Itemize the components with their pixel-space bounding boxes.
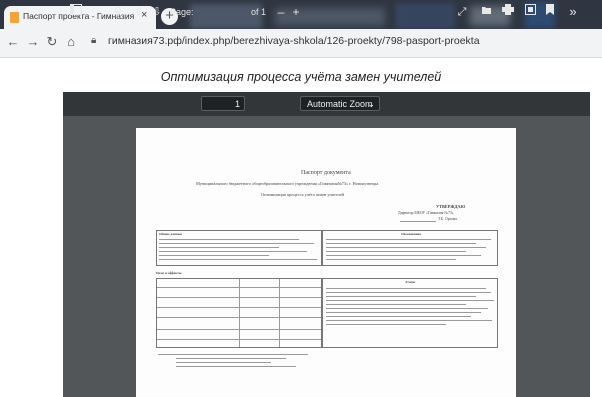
effects-table [156,278,322,348]
text-line [326,288,486,289]
chevron-down-icon: ⌄ [367,99,375,109]
text-line [326,296,476,297]
zoom-select[interactable]: Automatic Zoom ⌄ [300,96,380,111]
zoom-out-button[interactable]: – [275,4,287,20]
table-rule [279,279,280,347]
text-line [159,259,317,260]
text-line [326,292,491,293]
text-line [159,243,314,244]
zoom-value: Automatic Zoom [307,99,373,109]
text-line [176,366,296,367]
address-bar[interactable]: гимназия73.рф/index.php/berezhivaya-shko… [108,35,480,47]
presentation-mode-icon[interactable]: ⤢ [455,4,469,20]
text-line [326,324,446,325]
text-line [159,255,269,256]
zoom-in-button[interactable]: + [290,4,302,20]
approve-name: Т.Б. Орлова [438,217,457,221]
open-file-icon[interactable] [479,4,493,20]
text-line [326,316,471,317]
lock-icon: 🔒︎ [91,35,97,46]
text-line [159,251,307,252]
bookmark-icon[interactable] [544,4,556,20]
page-label: Page: [170,7,194,17]
page-number-input[interactable]: 1 [201,96,245,111]
previous-page-icon[interactable]: ⇧ [133,4,145,20]
section-common: Общие данные [159,232,182,236]
page-title: Оптимизация процесса учёта замен учителе… [160,70,442,84]
search-icon[interactable]: ⚲ [112,4,124,20]
download-icon[interactable] [523,4,537,20]
tools-menu-button[interactable]: » [566,4,580,20]
common-data-box: Общие данные [156,230,322,266]
signature-line [400,221,436,222]
justification-box: Обоснование [322,230,498,266]
document-heading: Паспорт документа [301,170,351,176]
approve-title: УТВЕРЖДАЮ [436,204,466,209]
browser-toolbar: ← → ↻ ⌂ 🔒︎ гимназия73.рф/index.php/berez… [0,29,602,58]
text-line [326,308,488,309]
section-goals: Обоснование [401,232,421,236]
text-line [326,259,456,260]
back-icon[interactable]: ← [6,33,20,51]
text-line [326,300,494,301]
text-line [159,239,299,240]
reload-icon[interactable]: ↻ [45,33,59,51]
forward-icon[interactable]: → [26,33,40,51]
pdf-page: Паспорт документа Муниципального бюджетн… [136,128,516,397]
text-line [326,243,476,244]
text-line [326,312,481,313]
text-line [326,320,492,321]
sidebar-toggle-icon[interactable] [69,4,83,20]
text-line [326,247,486,248]
home-icon[interactable]: ⌂ [64,33,78,51]
print-icon[interactable] [501,4,515,20]
stages-table: Этапы [322,278,498,348]
document-org-line: Муниципального бюджетного общеобразовате… [196,181,379,186]
text-line [158,354,308,355]
table-rule [239,279,240,347]
text-line [326,251,466,252]
approve-line: Директор МБОУ «Гимназия №73» [398,211,454,215]
document-subtitle: Оптимизация процесса учёта замен учителе… [261,192,345,197]
next-page-icon[interactable]: ⇩ [151,4,163,20]
text-line [326,239,491,240]
section-effects: Цели и эффекты [156,271,182,275]
background-blur [395,3,455,29]
text-line [326,304,466,305]
page-total: of 1 [251,7,267,17]
text-line [176,358,286,359]
section-stages: Этапы [405,280,416,284]
favicon-icon [10,12,19,23]
text-line [176,362,271,363]
text-line [326,255,481,256]
text-line [159,247,279,248]
